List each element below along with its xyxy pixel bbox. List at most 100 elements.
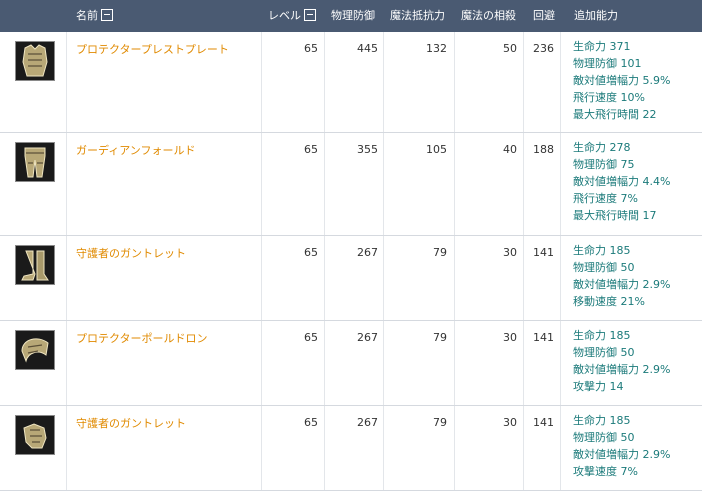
bonus-line: 物理防御 50 xyxy=(573,431,635,444)
column-divider xyxy=(454,133,455,235)
bonus-line: 物理防御 101 xyxy=(573,57,642,70)
column-divider xyxy=(454,32,455,132)
stat-level: 65 xyxy=(304,416,318,429)
pants-armor-icon[interactable] xyxy=(15,142,55,182)
item-name-link[interactable]: プロテクタープレストプレート xyxy=(76,41,229,57)
header-level[interactable]: レベル xyxy=(268,0,316,32)
bonus-line: 物理防御 75 xyxy=(573,158,635,171)
stat-pdef: 267 xyxy=(357,246,378,259)
shoulder-armor-icon[interactable] xyxy=(15,330,55,370)
item-name-link[interactable]: 守護者のガントレット xyxy=(76,245,186,261)
stat-level: 65 xyxy=(304,42,318,55)
stat-eva: 236 xyxy=(533,42,554,55)
bonus-line: 物理防御 50 xyxy=(573,346,635,359)
column-divider xyxy=(383,236,384,320)
bonus-line: 生命力 185 xyxy=(573,329,631,342)
column-divider xyxy=(324,133,325,235)
table-row: ガーディアンフォールド 65 355 105 40 188 生命力 278 物理防御 75 敵対… xyxy=(0,133,702,236)
bonus-list: 生命力 185 物理防御 50 敵対値増幅力 2.9% 攻撃力 14 xyxy=(573,327,670,395)
stat-pdef: 267 xyxy=(357,331,378,344)
header-name[interactable]: 名前 xyxy=(76,0,113,32)
item-name-link[interactable]: プロテクターポールドロン xyxy=(76,330,208,346)
bonus-list: 生命力 185 物理防御 50 敵対値増幅力 2.9% 攻撃速度 7% xyxy=(573,412,670,480)
column-divider xyxy=(560,236,561,320)
column-divider xyxy=(560,406,561,490)
stat-pdef: 445 xyxy=(357,42,378,55)
stat-pdef: 267 xyxy=(357,416,378,429)
boots-armor-icon[interactable] xyxy=(15,245,55,285)
column-divider xyxy=(66,133,67,235)
column-divider xyxy=(324,321,325,405)
column-divider xyxy=(383,321,384,405)
sort-toggle-icon[interactable] xyxy=(101,9,113,21)
stat-mres: 132 xyxy=(426,42,447,55)
bonus-line: 攻撃力 14 xyxy=(573,380,624,393)
chest-armor-icon[interactable] xyxy=(15,41,55,81)
table-row: プロテクタープレストプレート 65 445 132 50 236 生命力 371 物理防御 1… xyxy=(0,32,702,133)
column-divider xyxy=(324,32,325,132)
bonus-line: 敵対値増幅力 2.9% xyxy=(573,278,671,291)
header-level-label: レベル xyxy=(268,9,301,22)
stat-eva: 188 xyxy=(533,143,554,156)
column-divider xyxy=(261,32,262,132)
column-divider xyxy=(383,406,384,490)
header-extra: 追加能力 xyxy=(574,9,618,22)
column-divider xyxy=(261,321,262,405)
column-divider xyxy=(324,406,325,490)
bonus-line: 最大飛行時間 22 xyxy=(573,108,657,121)
table-row: 守護者のガントレット 65 267 79 30 141 生命力 185 物理防御 50 敵対値増… xyxy=(0,236,702,321)
column-divider xyxy=(66,236,67,320)
stat-level: 65 xyxy=(304,331,318,344)
stat-mres: 79 xyxy=(433,246,447,259)
column-divider xyxy=(560,133,561,235)
item-table: 名前 レベル 物理防御 魔法抵抗力 魔法の相殺 回避 追加能力 プロテクタープレ… xyxy=(0,0,702,491)
stat-level: 65 xyxy=(304,246,318,259)
bonus-line: 生命力 371 xyxy=(573,40,631,53)
bonus-list: 生命力 185 物理防御 50 敵対値増幅力 2.9% 移動速度 21% xyxy=(573,242,670,310)
bonus-line: 攻撃速度 7% xyxy=(573,465,638,478)
column-divider xyxy=(560,321,561,405)
header-magic-resist: 魔法抵抗力 xyxy=(390,9,445,22)
table-row: プロテクターポールドロン 65 267 79 30 141 生命力 185 物理防御 50 敵対… xyxy=(0,321,702,406)
column-divider xyxy=(261,406,262,490)
stat-eva: 141 xyxy=(533,416,554,429)
bonus-line: 最大飛行時間 17 xyxy=(573,209,657,222)
column-divider xyxy=(66,321,67,405)
stat-eva: 141 xyxy=(533,331,554,344)
bonus-line: 生命力 185 xyxy=(573,244,631,257)
stat-mres: 105 xyxy=(426,143,447,156)
table-row: 守護者のガントレット 65 267 79 30 141 生命力 185 物理防御 50 敵対値増… xyxy=(0,406,702,491)
column-divider xyxy=(261,133,262,235)
column-divider xyxy=(383,133,384,235)
sort-toggle-icon[interactable] xyxy=(304,9,316,21)
bonus-line: 敵対値増幅力 5.9% xyxy=(573,74,671,87)
column-divider xyxy=(454,321,455,405)
header-evasion: 回避 xyxy=(533,9,555,22)
bonus-line: 敵対値増幅力 2.9% xyxy=(573,448,671,461)
header-name-label: 名前 xyxy=(76,9,98,22)
stat-mres: 79 xyxy=(433,416,447,429)
bonus-line: 生命力 278 xyxy=(573,141,631,154)
bonus-list: 生命力 371 物理防御 101 敵対値増幅力 5.9% 飛行速度 10% 最大飛行時間… xyxy=(573,38,670,123)
stat-level: 65 xyxy=(304,143,318,156)
table-header: 名前 レベル 物理防御 魔法抵抗力 魔法の相殺 回避 追加能力 xyxy=(0,0,702,32)
column-divider xyxy=(383,32,384,132)
item-name-link[interactable]: 守護者のガントレット xyxy=(76,415,186,431)
bonus-line: 飛行速度 10% xyxy=(573,91,645,104)
column-divider xyxy=(454,406,455,490)
bonus-line: 移動速度 21% xyxy=(573,295,645,308)
bonus-line: 物理防御 50 xyxy=(573,261,635,274)
item-name-link[interactable]: ガーディアンフォールド xyxy=(76,142,195,158)
column-divider xyxy=(324,236,325,320)
stat-mres: 79 xyxy=(433,331,447,344)
header-magic-offset: 魔法の相殺 xyxy=(461,9,516,22)
gloves-armor-icon[interactable] xyxy=(15,415,55,455)
column-divider xyxy=(454,236,455,320)
column-divider xyxy=(560,32,561,132)
bonus-line: 敵対値増幅力 4.4% xyxy=(573,175,671,188)
bonus-line: 飛行速度 7% xyxy=(573,192,638,205)
column-divider xyxy=(66,406,67,490)
column-divider xyxy=(261,236,262,320)
bonus-line: 敵対値増幅力 2.9% xyxy=(573,363,671,376)
stat-eva: 141 xyxy=(533,246,554,259)
